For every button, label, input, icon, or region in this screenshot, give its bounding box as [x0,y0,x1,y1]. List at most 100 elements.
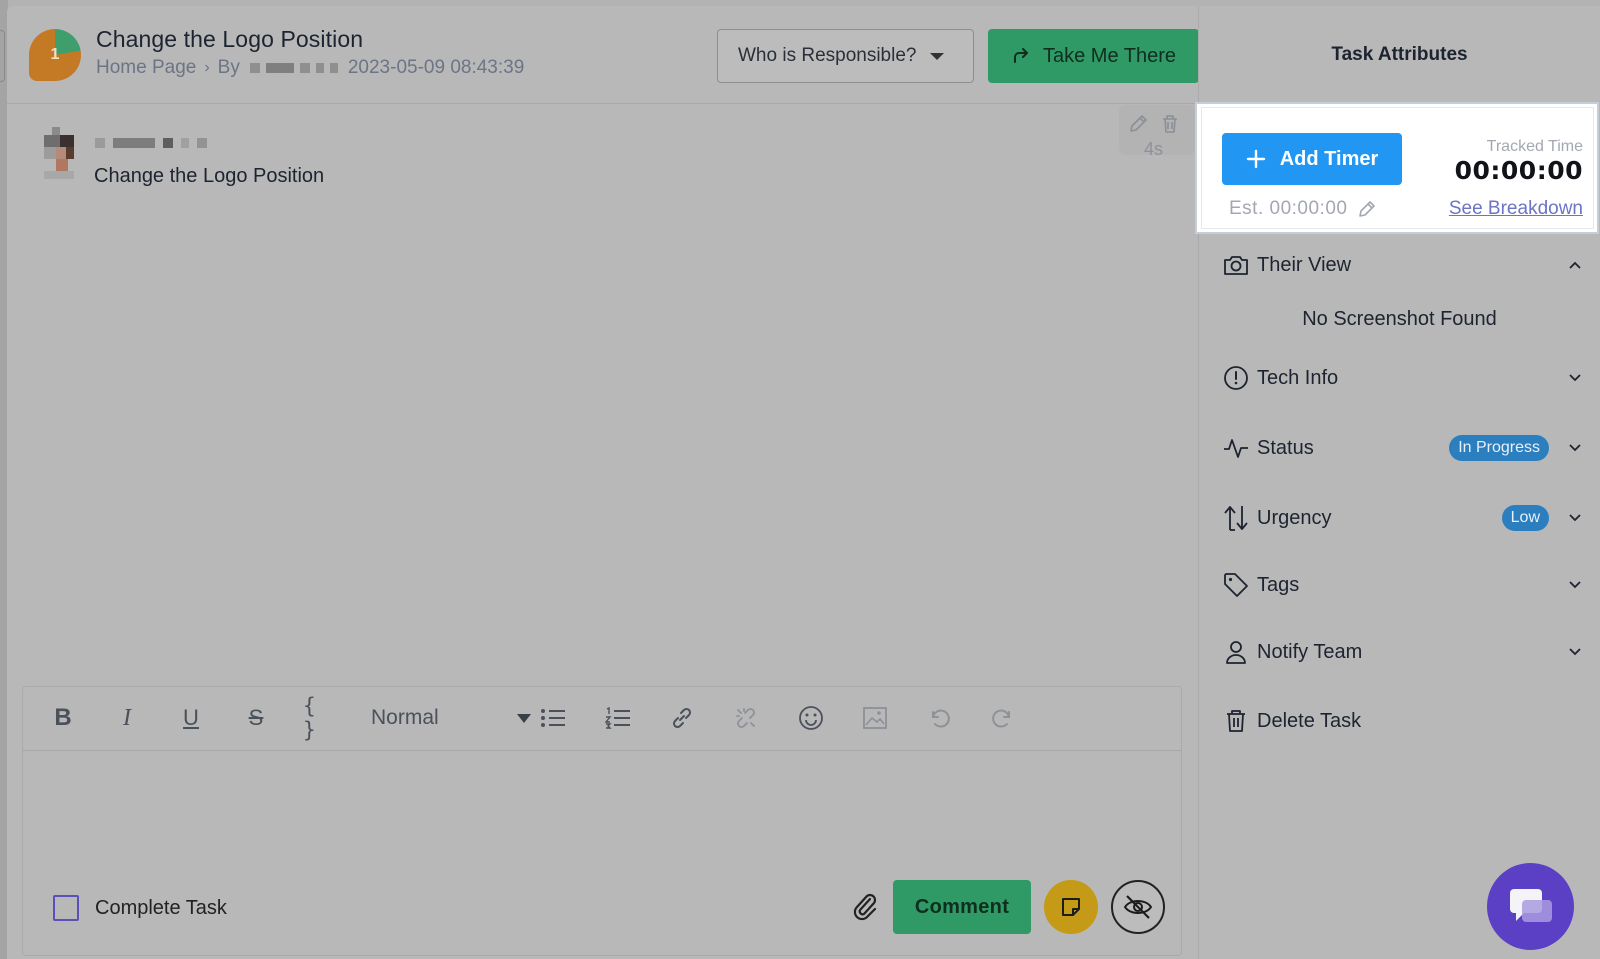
user-icon [1223,639,1249,665]
their-view-label: Their View [1257,253,1352,276]
chevron-down-icon [1567,510,1583,526]
timer-card: Add Timer Tracked Time 00:00:00 Est. 00:… [1195,102,1599,234]
emoji-button[interactable] [794,701,828,735]
image-button[interactable] [858,701,892,735]
task-meta: Home Page › By 2023-05-09 08:43:39 [96,57,524,79]
notify-team-section[interactable]: Notify Team [1223,635,1583,669]
eye-off-icon [1123,895,1153,919]
urgency-label: Urgency [1257,506,1332,529]
take-me-there-label: Take Me There [1042,44,1177,67]
task-title: Change the Logo Position [96,26,364,52]
add-timer-label: Add Timer [1279,147,1379,170]
see-breakdown-link[interactable]: See Breakdown [1449,198,1583,220]
trash-icon[interactable] [1159,113,1181,140]
complete-task-label: Complete Task [95,896,227,919]
unlink-icon [736,708,755,728]
activity-icon [1223,435,1249,461]
comment-age: 4s [1144,139,1164,159]
italic-button[interactable]: I [110,701,144,735]
pencil-icon [1359,201,1376,217]
urgency-section[interactable]: Urgency Low [1223,501,1583,535]
task-header: 1 Change the Logo Position Home Page › B… [7,6,1199,104]
sticky-note-icon [1062,898,1080,916]
tech-info-section[interactable]: Tech Info [1223,361,1583,395]
their-view-section[interactable]: Their View [1223,248,1583,282]
task-pin-marker: 1 [29,29,81,81]
chevron-down-icon [1567,370,1583,386]
pin-number: 1 [50,46,60,63]
pencil-icon[interactable] [1127,113,1149,140]
urgency-badge: Low [1501,505,1549,531]
undo-button[interactable] [922,701,956,735]
image-icon [863,707,887,729]
chat-icon [1509,888,1552,922]
delete-task-button[interactable]: Delete Task [1223,704,1583,738]
complete-task-checkbox[interactable] [53,895,79,921]
bold-button[interactable]: B [46,701,80,735]
chat-support-button[interactable] [1487,863,1574,950]
tech-info-label: Tech Info [1257,366,1339,389]
sort-arrows-icon [1223,505,1249,531]
comment-body: Change the Logo Position [94,165,325,187]
strikethrough-button[interactable]: S [239,701,273,735]
camera-icon [1223,252,1249,278]
breadcrumb-page[interactable]: Home Page [96,57,196,79]
underline-button[interactable]: U [174,701,208,735]
task-timestamp: 2023-05-09 08:43:39 [347,57,525,78]
chevron-down-icon [1567,440,1583,456]
task-modal: 1 Change the Logo Position Home Page › B… [7,6,1600,959]
format-select[interactable]: Normal [371,701,531,735]
comment-author-redacted [95,138,207,148]
editor-text-area[interactable] [23,752,1181,882]
unlink-button[interactable] [729,701,763,735]
alert-circle-icon [1223,365,1249,391]
smiley-icon [799,706,823,730]
status-label: Status [1257,436,1314,459]
tag-icon [1223,572,1249,598]
redo-button[interactable] [986,701,1020,735]
estimate-field[interactable]: Est. 00:00:00 [1229,198,1377,220]
link-icon [672,707,692,729]
tags-label: Tags [1257,573,1300,596]
status-badge: In Progress [1449,435,1549,461]
chevron-down-icon [1567,577,1583,593]
tags-section[interactable]: Tags [1223,568,1583,602]
format-select-value: Normal [371,706,439,729]
caret-down-icon [517,713,531,723]
panel-title: Task Attributes [1331,44,1468,65]
avatar [42,127,76,179]
numbered-list-button[interactable] [601,701,635,735]
by-label: By [217,57,240,78]
link-button[interactable] [665,701,699,735]
trash-icon [1223,708,1249,734]
timer-card-inner: Add Timer Tracked Time 00:00:00 Est. 00:… [1201,107,1594,229]
paperclip-icon[interactable] [850,890,880,927]
chevron-right-icon: › [204,59,210,76]
author-name-redacted [249,63,338,73]
plus-icon [1246,149,1265,169]
undo-icon [932,709,950,728]
comment-editor: B I U S { } Normal Complete Task Comment [22,686,1182,956]
assignee-dropdown-label: Who is Responsible? [738,45,917,66]
assignee-dropdown[interactable]: Who is Responsible? [717,29,974,83]
caret-down-icon [930,52,945,60]
visibility-toggle-button[interactable] [1111,880,1165,934]
no-screenshot-message: No Screenshot Found [1302,308,1497,330]
background-tab-handle [0,30,5,82]
sticky-note-button[interactable] [1044,880,1098,934]
bullet-list-icon [541,709,565,727]
status-section[interactable]: Status In Progress [1223,431,1583,465]
complete-task-toggle[interactable]: Complete Task [53,895,227,921]
tracked-time-label: Tracked Time [1486,138,1583,155]
delete-task-label: Delete Task [1257,709,1362,732]
bullet-list-button[interactable] [536,701,570,735]
editor-toolbar: B I U S { } Normal [23,687,1181,751]
take-me-there-button[interactable]: Take Me There [988,29,1199,83]
add-timer-button[interactable]: Add Timer [1222,133,1402,185]
comment-thread: Change the Logo Position 4s [7,105,1198,685]
redo-icon [992,709,1010,728]
estimate-value: Est. 00:00:00 [1229,198,1348,219]
comment-submit-button[interactable]: Comment [893,880,1031,934]
share-arrow-icon [1013,48,1028,63]
code-block-button[interactable]: { } [303,694,337,742]
